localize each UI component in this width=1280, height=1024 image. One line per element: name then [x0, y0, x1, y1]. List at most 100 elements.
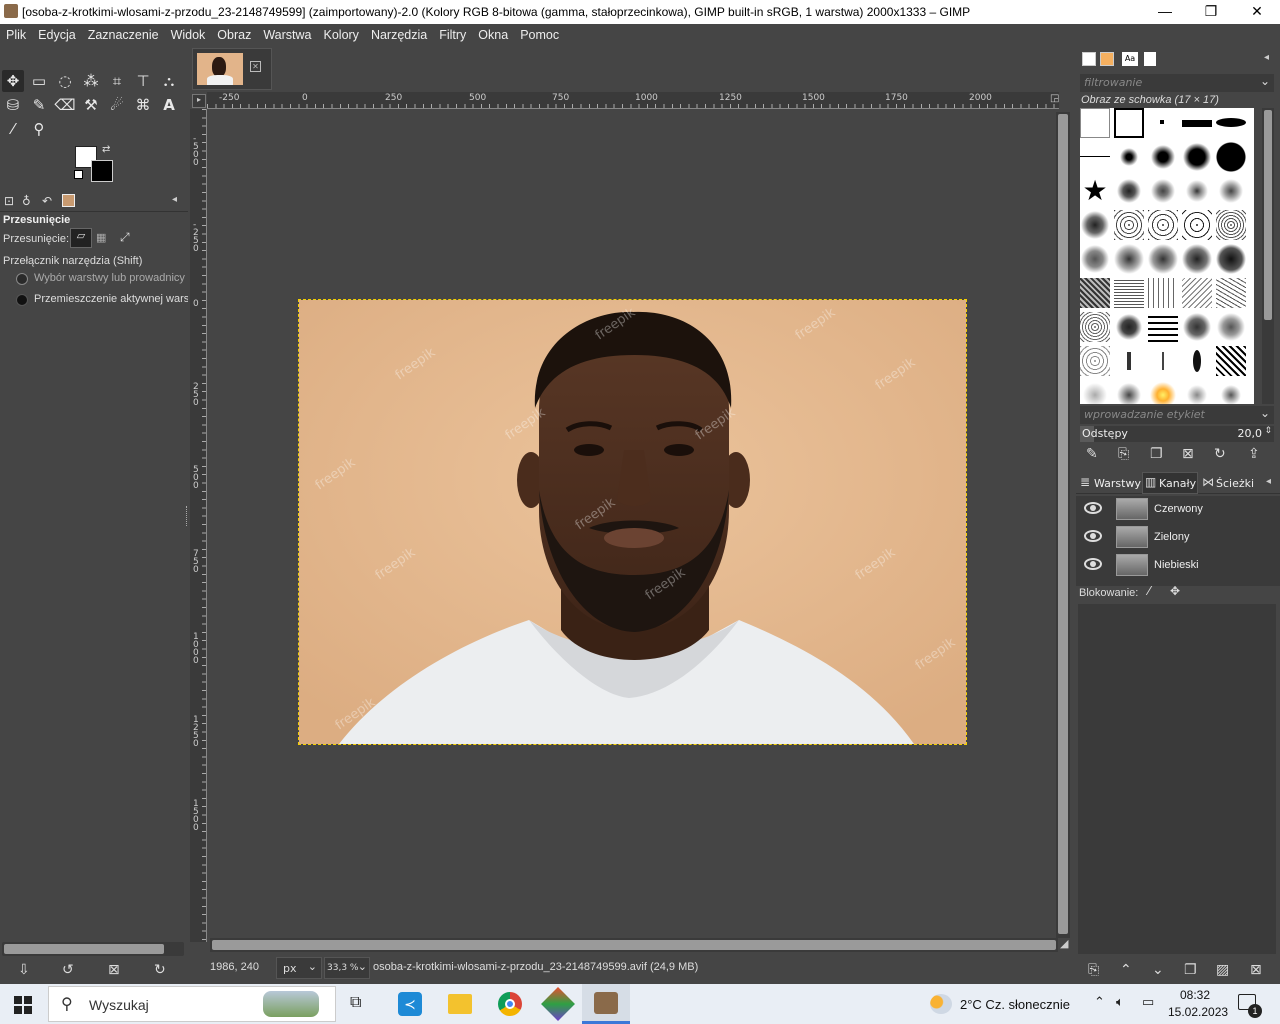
- swap-colors-icon[interactable]: ⇄: [102, 144, 110, 155]
- move-path-mode-button[interactable]: ⤢: [120, 230, 130, 245]
- brushes-tab-icon[interactable]: [1082, 52, 1096, 66]
- brush-texture[interactable]: [1216, 346, 1246, 376]
- scrollbar-thumb[interactable]: [4, 944, 164, 954]
- dock-menu-icon[interactable]: ◂: [1264, 52, 1269, 63]
- toolbox-resize-handle[interactable]: [186, 506, 189, 526]
- brush-texture[interactable]: [1216, 244, 1246, 274]
- duplicate-brush-icon[interactable]: ❐: [1150, 446, 1163, 462]
- move-tool-icon[interactable]: ✥: [2, 70, 24, 92]
- warp-icon[interactable]: ⛬: [158, 70, 180, 92]
- brush-texture[interactable]: [1182, 244, 1212, 274]
- brush-texture[interactable]: [1114, 346, 1144, 376]
- option-move-active[interactable]: Przemieszczenie aktywnej warstwy: [16, 293, 188, 309]
- brush-fuzzy-large[interactable]: [1182, 142, 1212, 172]
- brush-texture[interactable]: [1216, 210, 1246, 240]
- tool-options-scrollbar[interactable]: [2, 942, 184, 956]
- git-app-icon[interactable]: [541, 987, 575, 1021]
- brush-texture[interactable]: [1148, 312, 1178, 342]
- brush-line[interactable]: [1080, 142, 1110, 172]
- brush-texture[interactable]: [1148, 278, 1178, 308]
- menu-file[interactable]: Plik: [0, 24, 32, 42]
- menu-edit[interactable]: Edycja: [32, 24, 82, 42]
- lasso-icon[interactable]: ◌: [54, 70, 76, 92]
- channel-row-green[interactable]: Zielony: [1078, 524, 1274, 552]
- brush-fuzzy-small[interactable]: [1114, 142, 1144, 172]
- brush-dot-small[interactable]: [1148, 108, 1178, 138]
- brush-tag-field[interactable]: wprowadzanie etykiet ⌄: [1080, 406, 1274, 424]
- reset-colors-icon[interactable]: [74, 170, 83, 179]
- restore-options-icon[interactable]: ↺: [62, 962, 74, 978]
- tab-channels[interactable]: ▥ Kanały: [1142, 472, 1198, 494]
- patterns-tab-icon[interactable]: [1100, 52, 1114, 66]
- panel-menu-icon[interactable]: ◂: [172, 194, 177, 205]
- option-pick-layer[interactable]: Wybór warstwy lub prowadnicy: [16, 272, 188, 288]
- unified-transform-icon[interactable]: ⊤: [132, 70, 154, 92]
- spacing-slider[interactable]: Odstępy 20,0 ⇕: [1080, 426, 1274, 442]
- brush-texture[interactable]: [1148, 346, 1178, 376]
- delete-channel-icon[interactable]: ⊠: [1250, 962, 1262, 978]
- undo-history-tab-icon[interactable]: ↶: [42, 194, 52, 208]
- windows-start-icon[interactable]: [14, 996, 32, 1014]
- new-channel-icon[interactable]: ⎘: [1088, 962, 1099, 978]
- canvas-area[interactable]: ▸ -250 0 250 500 750 1000 1250 1500 1750…: [190, 92, 1076, 958]
- clone-icon[interactable]: ⚒: [80, 94, 102, 116]
- navigate-corner-icon[interactable]: ◲: [1050, 93, 1059, 104]
- chrome-app-icon[interactable]: [498, 992, 522, 1016]
- smudge-icon[interactable]: ☄: [106, 94, 128, 116]
- quick-mask-corner[interactable]: ▸: [192, 94, 206, 108]
- duplicate-channel-icon[interactable]: ❐: [1184, 962, 1197, 978]
- channel-row-blue[interactable]: Niebieski: [1078, 552, 1274, 580]
- brush-bar[interactable]: [1182, 108, 1212, 138]
- brush-open-as-image-icon[interactable]: ⇪: [1248, 446, 1260, 462]
- brush-texture[interactable]: [1080, 346, 1110, 376]
- brush-texture[interactable]: [1080, 312, 1110, 342]
- brush-grid-scrollbar-thumb[interactable]: [1264, 110, 1272, 320]
- edit-brush-icon[interactable]: ✎: [1086, 446, 1098, 462]
- radio-move-active[interactable]: [16, 294, 28, 306]
- channel-to-selection-icon[interactable]: ▨: [1216, 962, 1229, 978]
- clock-date[interactable]: 15.02.2023: [1168, 1005, 1228, 1019]
- channel-row-red[interactable]: Czerwony: [1078, 496, 1274, 524]
- move-layer-mode-button[interactable]: ▱: [70, 228, 92, 248]
- brush-star[interactable]: ★: [1080, 176, 1110, 206]
- menu-windows[interactable]: Okna: [472, 24, 514, 42]
- brush-texture[interactable]: [1182, 278, 1212, 308]
- brush-texture[interactable]: [1080, 210, 1110, 240]
- zoom-to-fit-icon[interactable]: ◢: [1060, 937, 1068, 950]
- brush-texture[interactable]: [1182, 210, 1212, 240]
- image-tab[interactable]: ✕: [192, 48, 272, 90]
- vertical-scrollbar[interactable]: [1056, 112, 1070, 938]
- brush-texture[interactable]: [1216, 278, 1246, 308]
- raise-channel-icon[interactable]: ⌃: [1120, 962, 1132, 978]
- visibility-eye-icon[interactable]: [1084, 558, 1102, 570]
- new-brush-icon[interactable]: ⎘: [1118, 446, 1129, 462]
- dock-menu-icon[interactable]: ◂: [1266, 476, 1271, 487]
- unit-select[interactable]: px ⌄: [276, 957, 322, 979]
- images-tab-icon[interactable]: [62, 194, 75, 207]
- brush-circle-large[interactable]: [1216, 142, 1246, 172]
- tool-options-tab-icon[interactable]: ⊡: [4, 194, 14, 208]
- image-canvas[interactable]: freepik freepik freepik freepik freepik …: [298, 299, 967, 745]
- menu-layer[interactable]: Warstwa: [257, 24, 317, 42]
- document-history-tab-icon[interactable]: [1144, 52, 1156, 66]
- volume-icon[interactable]: 🔈︎: [1116, 994, 1124, 1010]
- reset-options-icon[interactable]: ↻: [154, 962, 166, 978]
- brush-texture[interactable]: [1114, 176, 1144, 206]
- task-view-icon[interactable]: ⧉: [350, 994, 361, 1012]
- weather-text[interactable]: 2°C Cz. słonecznie: [960, 997, 1070, 1012]
- paths-icon[interactable]: ⌘: [132, 94, 154, 116]
- brush-texture[interactable]: [1182, 346, 1212, 376]
- text-tool-icon[interactable]: A: [158, 94, 180, 116]
- rect-select-icon[interactable]: ▭: [28, 70, 50, 92]
- brush-texture[interactable]: [1148, 244, 1178, 274]
- eraser-icon[interactable]: ⌫: [54, 94, 76, 116]
- brush-square[interactable]: [1114, 108, 1144, 138]
- close-tab-icon[interactable]: ✕: [250, 61, 261, 72]
- brush-texture[interactable]: [1182, 176, 1212, 206]
- tab-paths[interactable]: ⋈ Ścieżki: [1200, 474, 1258, 494]
- close-button[interactable]: ✕: [1234, 0, 1280, 24]
- lock-pixels-icon[interactable]: ⁄: [1148, 584, 1150, 598]
- save-options-icon[interactable]: ⇩: [18, 962, 30, 978]
- menu-colors[interactable]: Kolory: [318, 24, 365, 42]
- horizontal-scrollbar-thumb[interactable]: [212, 940, 1056, 950]
